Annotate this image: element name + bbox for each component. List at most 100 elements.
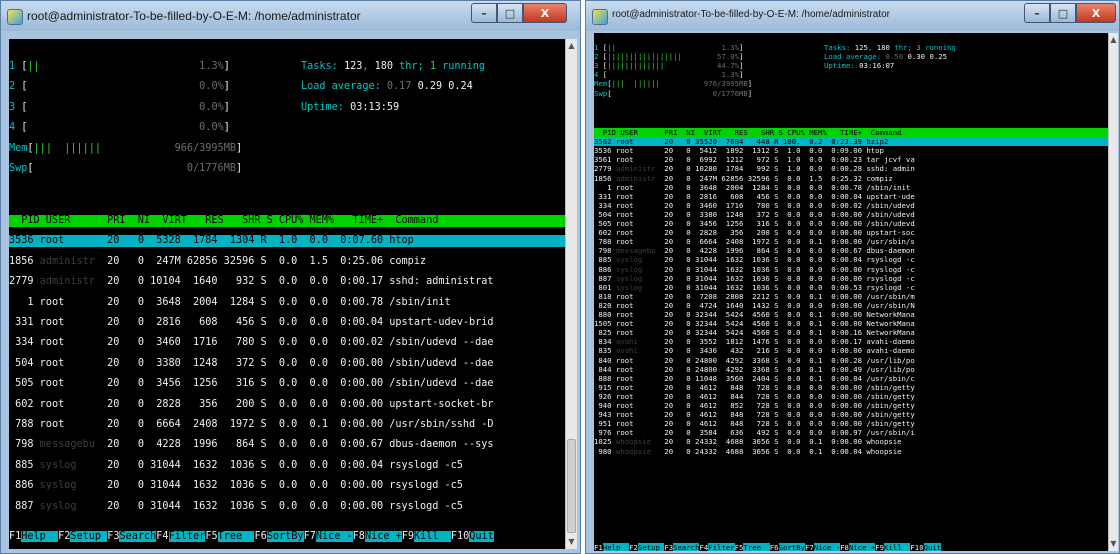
left-terminal-screen[interactable]: 1 [|| 1.3%] 2 [ 0.0%] 3 [ 0.0%] 4 [ 0.0%] Me… bbox=[9, 39, 565, 549]
process-row[interactable]: 885 syslog 20 0 31044 1632 1036 S 0.0 0.… bbox=[594, 255, 1108, 264]
fkey-f2[interactable]: F2 bbox=[629, 543, 638, 551]
fkey-f9[interactable]: F9 bbox=[875, 543, 884, 551]
fkey-f4[interactable]: F4 bbox=[156, 531, 168, 542]
process-row[interactable]: 504 root 20 0 3380 1248 372 S 0.0 0.0 0:… bbox=[594, 210, 1108, 219]
fkey-label-f9[interactable]: Kill bbox=[884, 543, 911, 551]
process-row[interactable]: 798 messagebu 20 0 4228 1996 864 S 0.0 0… bbox=[594, 246, 1108, 255]
fkey-label-f7[interactable]: Nice - bbox=[813, 543, 841, 551]
scroll-down-arrow-icon[interactable]: ▼ bbox=[1109, 537, 1118, 551]
fkey-f2[interactable]: F2 bbox=[58, 531, 70, 542]
fkey-label-f10[interactable]: Quit bbox=[923, 543, 942, 551]
process-row[interactable]: 976 root 20 0 3584 636 492 S 0.0 0.0 0:0… bbox=[594, 428, 1108, 437]
process-row[interactable]: 788 root 20 0 6664 2408 1972 S 0.0 0.1 0… bbox=[9, 419, 565, 431]
process-row[interactable]: 885 syslog 20 0 31044 1632 1036 S 0.0 0.… bbox=[9, 460, 565, 472]
fkey-f1[interactable]: F1 bbox=[594, 543, 603, 551]
process-row[interactable]: 602 root 20 0 2828 356 200 S 0.0 0.0 0:0… bbox=[9, 399, 565, 411]
scroll-up-arrow-icon[interactable]: ▲ bbox=[566, 39, 577, 53]
process-row[interactable]: 888 root 20 0 11048 3560 2404 S 0.0 0.1 … bbox=[594, 374, 1108, 383]
process-row[interactable]: 886 syslog 20 0 31044 1632 1036 S 0.0 0.… bbox=[594, 265, 1108, 274]
fkey-label-f4[interactable]: Filter bbox=[168, 531, 206, 542]
process-row[interactable]: 505 root 20 0 3456 1256 316 S 0.0 0.0 0:… bbox=[594, 219, 1108, 228]
process-row[interactable]: 886 syslog 20 0 31044 1632 1036 S 0.0 0.… bbox=[9, 480, 565, 492]
maximize-button[interactable]: □ bbox=[1050, 3, 1076, 23]
process-row[interactable]: 331 root 20 0 2816 608 456 S 0.0 0.0 0:0… bbox=[9, 317, 565, 329]
function-key-bar[interactable]: F1Help F2Setup F3SearchF4FilterF5Tree F6… bbox=[594, 543, 1108, 551]
fkey-f10[interactable]: F10 bbox=[451, 531, 469, 542]
process-row[interactable]: 887 syslog 20 0 31044 1632 1036 S 0.0 0.… bbox=[9, 501, 565, 513]
right-terminal-screen[interactable]: 1 [|| 1.3%] 2 [||||||||||||||||| 57.0%] 3 … bbox=[594, 33, 1108, 551]
fkey-label-f2[interactable]: Setup bbox=[637, 543, 665, 551]
fkey-label-f5[interactable]: Tree bbox=[217, 531, 255, 542]
process-row[interactable]: 887 syslog 20 0 31044 1632 1036 S 0.0 0.… bbox=[594, 274, 1108, 283]
fkey-label-f1[interactable]: Help bbox=[602, 543, 630, 551]
process-row[interactable]: 980 whoopsie 20 0 24332 4688 3656 S 0.0 … bbox=[594, 447, 1108, 456]
left-terminal-window[interactable]: root@administrator-To-be-filled-by-O-E-M… bbox=[0, 0, 581, 554]
process-row[interactable]: 504 root 20 0 3380 1248 372 S 0.0 0.0 0:… bbox=[9, 358, 565, 370]
fkey-f8[interactable]: F8 bbox=[353, 531, 365, 542]
fkey-label-f9[interactable]: Kill bbox=[414, 531, 451, 542]
process-row[interactable]: 801 syslog 20 0 31044 1632 1036 S 0.0 0.… bbox=[594, 283, 1108, 292]
process-row[interactable]: 1 root 20 0 3648 2004 1284 S 0.0 0.0 0:0… bbox=[9, 297, 565, 309]
fkey-label-f2[interactable]: Setup bbox=[70, 531, 108, 542]
fkey-label-f3[interactable]: Search bbox=[673, 543, 700, 551]
process-row[interactable]: 798 messagebu 20 0 4228 1996 864 S 0.0 0… bbox=[9, 439, 565, 451]
fkey-label-f4[interactable]: Filter bbox=[708, 543, 735, 551]
close-button[interactable]: X bbox=[1076, 3, 1116, 23]
fkey-f10[interactable]: F10 bbox=[910, 543, 923, 551]
process-row[interactable]: 1025 whoopsie 20 0 24332 4688 3656 S 0.0… bbox=[594, 437, 1108, 446]
fkey-f9[interactable]: F9 bbox=[402, 531, 414, 542]
left-scrollbar[interactable]: ▲ ▼ bbox=[565, 39, 577, 549]
process-row-selected[interactable]: 3562 root 20 0 35520 7684 448 R 100. 0.2… bbox=[594, 137, 1108, 147]
process-row[interactable]: 926 root 20 0 4612 844 728 S 0.0 0.0 0:0… bbox=[594, 392, 1108, 401]
process-row[interactable]: 1856 administr 20 0 247M 62856 32596 S 0… bbox=[9, 256, 565, 268]
fkey-label-f5[interactable]: Tree bbox=[743, 543, 770, 551]
process-row[interactable]: 840 root 20 0 24800 4292 3368 S 0.0 0.1 … bbox=[594, 356, 1108, 365]
fkey-label-f8[interactable]: Nice + bbox=[848, 543, 876, 551]
process-row[interactable]: 1856 administr 20 0 247M 62856 32596 S 0… bbox=[594, 174, 1108, 183]
process-row[interactable]: 2779 administr 20 0 10104 1640 932 S 0.0… bbox=[9, 276, 565, 288]
scroll-down-arrow-icon[interactable]: ▼ bbox=[566, 535, 577, 549]
fkey-f7[interactable]: F7 bbox=[805, 543, 814, 551]
process-row[interactable]: 1 root 20 0 3648 2004 1284 S 0.0 0.0 0:0… bbox=[594, 183, 1108, 192]
maximize-button[interactable]: □ bbox=[497, 3, 523, 23]
process-row-selected[interactable]: 3536 root 20 0 5328 1784 1304 R 1.0 0.0 … bbox=[9, 235, 565, 248]
process-row[interactable]: 820 root 20 0 4724 1640 1432 S 0.0 0.0 0… bbox=[594, 301, 1108, 310]
fkey-f6[interactable]: F6 bbox=[254, 531, 266, 542]
minimize-button[interactable]: – bbox=[1024, 3, 1050, 23]
process-row[interactable]: 915 root 20 0 4612 848 728 S 0.0 0.0 0:0… bbox=[594, 383, 1108, 392]
process-row[interactable]: 951 root 20 0 4612 848 728 S 0.0 0.0 0:0… bbox=[594, 419, 1108, 428]
process-row[interactable]: 788 root 20 0 6664 2408 1972 S 0.0 0.1 0… bbox=[594, 237, 1108, 246]
fkey-label-f6[interactable]: SortBy bbox=[266, 531, 304, 542]
process-row[interactable]: 334 root 20 0 3460 1716 780 S 0.0 0.0 0:… bbox=[9, 337, 565, 349]
process-row[interactable]: 943 root 20 0 4612 848 728 S 0.0 0.0 0:0… bbox=[594, 410, 1108, 419]
scrollbar-thumb[interactable] bbox=[567, 439, 576, 533]
process-row[interactable]: 602 root 20 0 2828 356 200 S 0.0 0.0 0:0… bbox=[594, 228, 1108, 237]
process-row[interactable]: 844 root 20 0 24800 4292 3368 S 0.0 0.1 … bbox=[594, 365, 1108, 374]
fkey-f3[interactable]: F3 bbox=[107, 531, 119, 542]
function-key-bar[interactable]: F1Help F2Setup F3SearchF4FilterF5Tree F6… bbox=[9, 531, 565, 543]
fkey-label-f10[interactable]: Quit bbox=[469, 531, 494, 542]
fkey-f8[interactable]: F8 bbox=[840, 543, 849, 551]
fkey-label-f7[interactable]: Nice - bbox=[315, 531, 353, 542]
process-row[interactable]: 940 root 20 0 4612 852 728 S 0.0 0.0 0:0… bbox=[594, 401, 1108, 410]
fkey-f4[interactable]: F4 bbox=[699, 543, 708, 551]
process-row[interactable]: 331 root 20 0 2816 608 456 S 0.0 0.0 0:0… bbox=[594, 192, 1108, 201]
process-row[interactable]: 834 avahi 20 0 3552 1812 1476 S 0.0 0.0 … bbox=[594, 337, 1108, 346]
process-row[interactable]: 2779 administr 20 0 10280 1784 992 S 1.0… bbox=[594, 164, 1108, 173]
process-row[interactable]: 1505 root 20 0 32344 5424 4560 S 0.0 0.1… bbox=[594, 319, 1108, 328]
fkey-f5[interactable]: F5 bbox=[205, 531, 217, 542]
scroll-up-arrow-icon[interactable]: ▲ bbox=[1109, 33, 1118, 47]
fkey-f7[interactable]: F7 bbox=[304, 531, 316, 542]
right-scrollbar[interactable]: ▲ ▼ bbox=[1108, 33, 1118, 551]
process-row[interactable]: 3561 root 20 0 6992 1212 972 S 1.0 0.0 0… bbox=[594, 155, 1108, 164]
fkey-f3[interactable]: F3 bbox=[664, 543, 673, 551]
fkey-label-f1[interactable]: Help bbox=[21, 531, 59, 542]
process-row[interactable]: 505 root 20 0 3456 1256 316 S 0.0 0.0 0:… bbox=[9, 378, 565, 390]
minimize-button[interactable]: – bbox=[471, 3, 497, 23]
fkey-f1[interactable]: F1 bbox=[9, 531, 21, 542]
fkey-label-f6[interactable]: SortBy bbox=[778, 543, 805, 551]
left-title-bar[interactable]: root@administrator-To-be-filled-by-O-E-M… bbox=[1, 1, 580, 31]
process-row[interactable]: 3536 root 20 0 5412 1892 1312 S 1.0 0.0 … bbox=[594, 146, 1108, 155]
fkey-f6[interactable]: F6 bbox=[770, 543, 779, 551]
process-row[interactable]: 880 root 20 0 32344 5424 4560 S 0.0 0.1 … bbox=[594, 310, 1108, 319]
